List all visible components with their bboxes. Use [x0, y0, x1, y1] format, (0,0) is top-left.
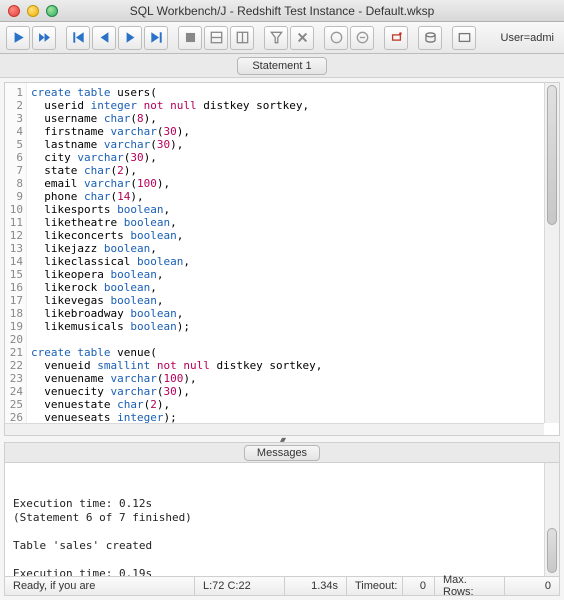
gutter-line: 23 — [5, 372, 23, 385]
user-label: User=admi — [501, 32, 559, 44]
gutter-line: 6 — [5, 151, 23, 164]
code-line[interactable]: city varchar(30), — [31, 151, 322, 164]
gutter-line: 8 — [5, 177, 23, 190]
zoom-window-button[interactable] — [46, 5, 58, 17]
gutter-line: 25 — [5, 398, 23, 411]
code-line[interactable]: venuecity varchar(30), — [31, 385, 322, 398]
tab-messages[interactable]: Messages — [244, 445, 320, 461]
prev-button[interactable] — [92, 26, 116, 50]
code-line[interactable]: likeopera boolean, — [31, 268, 322, 281]
gutter-line: 1 — [5, 86, 23, 99]
code-area[interactable]: create table users( userid integer not n… — [27, 83, 326, 423]
code-line[interactable] — [31, 333, 322, 346]
code-line[interactable]: userid integer not null distkey sortkey, — [31, 99, 322, 112]
editor-scrollbar-horizontal[interactable] — [5, 423, 544, 435]
last-button[interactable] — [144, 26, 168, 50]
code-line[interactable]: likerock boolean, — [31, 281, 322, 294]
gutter-line: 19 — [5, 320, 23, 333]
code-line[interactable]: liketheatre boolean, — [31, 216, 322, 229]
statusbar: Ready, if you are L:72 C:22 1.34s Timeou… — [4, 576, 560, 596]
gutter-line: 10 — [5, 203, 23, 216]
gutter-line: 3 — [5, 112, 23, 125]
status-time: 1.34s — [285, 577, 347, 595]
gutter-line: 4 — [5, 125, 23, 138]
status-maxrows-value[interactable]: 0 — [505, 577, 559, 595]
execute-button[interactable] — [6, 26, 30, 50]
gutter-line: 15 — [5, 268, 23, 281]
scrollbar-thumb[interactable] — [547, 528, 557, 573]
code-line[interactable]: phone char(14), — [31, 190, 322, 203]
gutter-line: 2 — [5, 99, 23, 112]
gutter-line: 21 — [5, 346, 23, 359]
first-button[interactable] — [66, 26, 90, 50]
gutter-line: 26 — [5, 411, 23, 423]
sql-editor[interactable]: 1234567891011121314151617181920212223242… — [4, 82, 560, 436]
code-line[interactable]: email varchar(100), — [31, 177, 322, 190]
statement-tabs: Statement 1 — [0, 54, 564, 78]
window-title: SQL Workbench/J - Redshift Test Instance… — [0, 4, 564, 18]
editor-scrollbar-vertical[interactable] — [544, 83, 559, 423]
code-line[interactable]: venuename varchar(100), — [31, 372, 322, 385]
code-line[interactable]: likemusicals boolean); — [31, 320, 322, 333]
filter-button[interactable] — [264, 26, 288, 50]
gutter-line: 5 — [5, 138, 23, 151]
add-row-button[interactable] — [324, 26, 348, 50]
status-ready: Ready, if you are — [5, 577, 195, 595]
code-line[interactable]: likebroadway boolean, — [31, 307, 322, 320]
gutter-line: 16 — [5, 281, 23, 294]
code-line[interactable]: likeclassical boolean, — [31, 255, 322, 268]
gutter-line: 24 — [5, 385, 23, 398]
gutter-line: 14 — [5, 255, 23, 268]
code-line[interactable]: username char(8), — [31, 112, 322, 125]
next-button[interactable] — [118, 26, 142, 50]
status-maxrows-label: Max. Rows: — [435, 577, 505, 595]
window-controls — [8, 5, 58, 17]
disconnect-button[interactable] — [384, 26, 408, 50]
stop-button[interactable] — [178, 26, 202, 50]
tab-statement-1[interactable]: Statement 1 — [237, 57, 326, 75]
code-line[interactable]: likeconcerts boolean, — [31, 229, 322, 242]
status-cursor: L:72 C:22 — [195, 577, 285, 595]
code-line[interactable]: state char(2), — [31, 164, 322, 177]
toolbar: User=admi — [0, 22, 564, 54]
status-timeout-value[interactable]: 0 — [403, 577, 435, 595]
gutter-line: 20 — [5, 333, 23, 346]
gutter-line: 7 — [5, 164, 23, 177]
gutter-line: 12 — [5, 229, 23, 242]
messages-text: Execution time: 0.12s (Statement 6 of 7 … — [13, 497, 238, 577]
rollback-button[interactable] — [230, 26, 254, 50]
code-line[interactable]: firstname varchar(30), — [31, 125, 322, 138]
code-line[interactable]: likesports boolean, — [31, 203, 322, 216]
messages-panel: Messages Execution time: 0.12s (Statemen… — [4, 442, 560, 578]
gutter-line: 17 — [5, 294, 23, 307]
close-window-button[interactable] — [8, 5, 20, 17]
new-tab-button[interactable] — [452, 26, 476, 50]
code-line[interactable]: venueseats integer); — [31, 411, 322, 423]
line-gutter: 1234567891011121314151617181920212223242… — [5, 83, 27, 423]
titlebar: SQL Workbench/J - Redshift Test Instance… — [0, 0, 564, 22]
gutter-line: 9 — [5, 190, 23, 203]
gutter-line: 22 — [5, 359, 23, 372]
clear-filter-button[interactable] — [290, 26, 314, 50]
status-timeout-label: Timeout: — [347, 577, 403, 595]
minimize-window-button[interactable] — [27, 5, 39, 17]
messages-scrollbar-vertical[interactable] — [544, 463, 559, 577]
gutter-line: 13 — [5, 242, 23, 255]
delete-row-button[interactable] — [350, 26, 374, 50]
code-line[interactable]: venuestate char(2), — [31, 398, 322, 411]
code-line[interactable]: likevegas boolean, — [31, 294, 322, 307]
messages-tabs: Messages — [5, 443, 559, 463]
execute-all-button[interactable] — [32, 26, 56, 50]
gutter-line: 11 — [5, 216, 23, 229]
code-line[interactable]: venueid smallint not null distkey sortke… — [31, 359, 322, 372]
commit-button[interactable] — [204, 26, 228, 50]
code-line[interactable]: likejazz boolean, — [31, 242, 322, 255]
gutter-line: 18 — [5, 307, 23, 320]
messages-body[interactable]: Execution time: 0.12s (Statement 6 of 7 … — [5, 463, 559, 577]
code-line[interactable]: create table venue( — [31, 346, 322, 359]
scrollbar-thumb[interactable] — [547, 85, 557, 225]
db-explorer-button[interactable] — [418, 26, 442, 50]
code-line[interactable]: lastname varchar(30), — [31, 138, 322, 151]
code-line[interactable]: create table users( — [31, 86, 322, 99]
